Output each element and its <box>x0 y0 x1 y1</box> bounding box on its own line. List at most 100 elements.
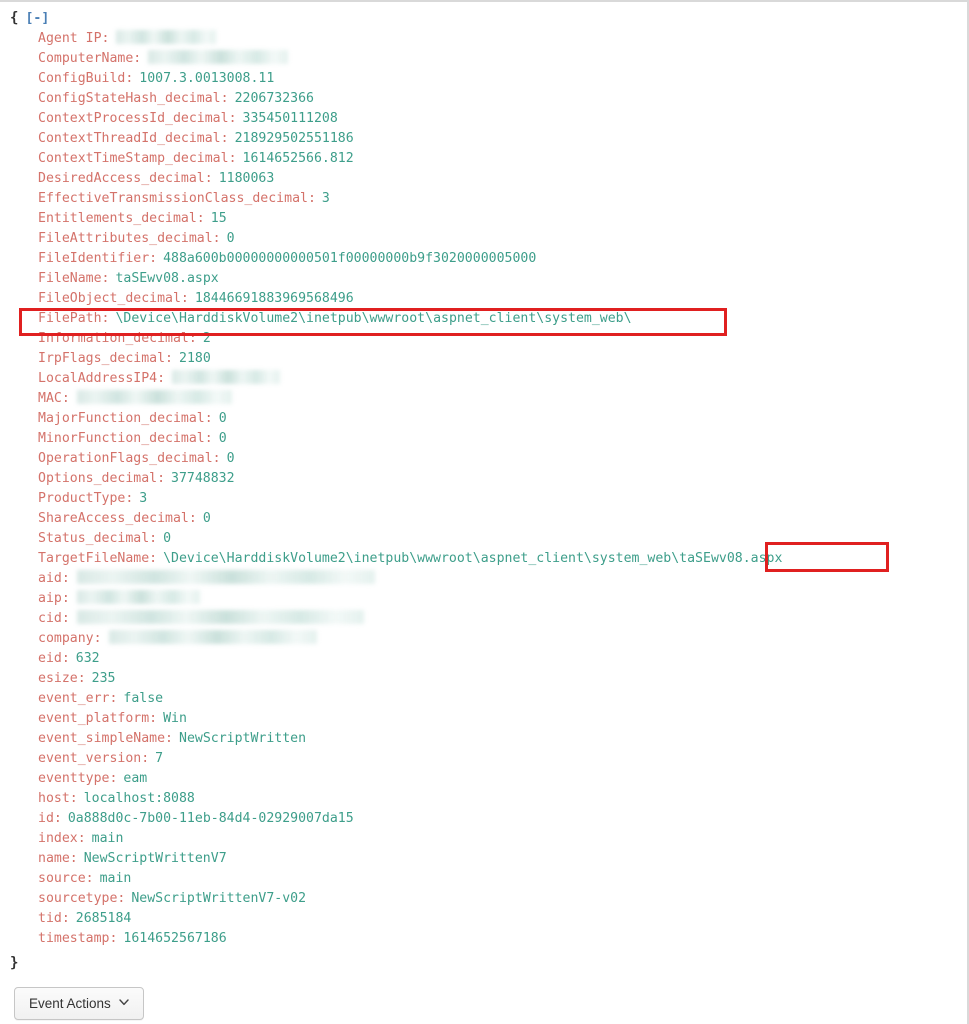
json-field-row: name: NewScriptWrittenV7 <box>10 849 967 869</box>
json-field-row: sourcetype: NewScriptWrittenV7-v02 <box>10 889 967 909</box>
field-colon: : <box>109 771 118 786</box>
field-colon: : <box>212 451 221 466</box>
field-key: aip <box>38 591 62 606</box>
field-value: main <box>91 831 124 846</box>
field-key: event_platform <box>38 711 150 726</box>
field-key: FileIdentifier <box>38 251 150 266</box>
json-field-row: ContextTimeStamp_decimal: 1614652566.812 <box>10 149 967 169</box>
field-key: LocalAddressIP4 <box>38 371 158 386</box>
field-colon: : <box>188 331 197 346</box>
field-value: 218929502551186 <box>234 131 354 146</box>
field-value: 2180 <box>179 351 211 366</box>
field-key: esize <box>38 671 78 686</box>
field-key: Information_decimal <box>38 331 189 346</box>
json-field-row: event_platform: Win <box>10 709 967 729</box>
json-field-row: FilePath: \Device\HarddiskVolume2\inetpub… <box>10 309 967 329</box>
field-value: 488a600b00000000000501f00000000b9f302000… <box>163 251 537 266</box>
field-value: NewScriptWritten <box>179 731 307 746</box>
json-field-row: id: 0a888d0c-7b00-11eb-84d4-02929007da15 <box>10 809 967 829</box>
field-value: main <box>99 871 132 886</box>
field-key: Status_decimal <box>38 531 150 546</box>
field-value: 0 <box>163 531 172 546</box>
json-field-row: MajorFunction_decimal: 0 <box>10 409 967 429</box>
field-key: ShareAccess_decimal <box>38 511 189 526</box>
field-key: MajorFunction_decimal <box>38 411 205 426</box>
field-colon: : <box>125 71 134 86</box>
field-value: Win <box>163 711 187 726</box>
field-key: Agent IP <box>38 31 102 46</box>
field-key: EffectiveTransmissionClass_decimal <box>38 191 308 206</box>
field-value: 0 <box>226 231 235 246</box>
field-key: eid <box>38 651 62 666</box>
field-colon: : <box>61 611 70 626</box>
field-colon: : <box>149 251 158 266</box>
redacted-value <box>76 390 232 404</box>
field-colon: : <box>61 571 70 586</box>
json-field-row: Status_decimal: 0 <box>10 529 967 549</box>
field-key: ComputerName <box>38 51 134 66</box>
json-field-row: FileObject_decimal: 18446691883969568496 <box>10 289 967 309</box>
field-key: sourcetype <box>38 891 118 906</box>
field-key: Entitlements_decimal <box>38 211 197 226</box>
field-value: 1614652566.812 <box>242 151 354 166</box>
field-colon: : <box>133 51 142 66</box>
field-colon: : <box>93 631 102 646</box>
field-key: ContextTimeStamp_decimal <box>38 151 229 166</box>
json-field-row: ConfigBuild: 1007.3.0013008.11 <box>10 69 967 89</box>
json-field-row: MinorFunction_decimal: 0 <box>10 429 967 449</box>
field-colon: : <box>109 691 118 706</box>
field-key: event_simpleName <box>38 731 166 746</box>
field-value: 235 <box>91 671 116 686</box>
field-value: 1614652567186 <box>123 931 227 946</box>
json-field-row: cid: <box>10 609 967 629</box>
field-colon: : <box>101 31 110 46</box>
event-actions-button[interactable]: Event Actions <box>14 987 144 1020</box>
field-colon: : <box>307 191 316 206</box>
collapse-toggle[interactable]: [-] <box>25 11 49 26</box>
field-value: 632 <box>75 651 100 666</box>
redacted-value <box>76 570 375 584</box>
json-field-row: LocalAddressIP4: <box>10 369 967 389</box>
field-value: 37748832 <box>171 471 235 486</box>
field-colon: : <box>212 231 221 246</box>
field-colon: : <box>165 731 173 746</box>
json-field-row: aid: <box>10 569 967 589</box>
json-field-row: host: localhost:8088 <box>10 789 967 809</box>
json-field-row: Information_decimal: 2 <box>10 329 967 349</box>
json-field-row: DesiredAccess_decimal: 1180063 <box>10 169 967 189</box>
field-key: FilePath <box>38 311 102 326</box>
json-field-row: timestamp: 1614652567186 <box>10 929 967 949</box>
field-colon: : <box>196 211 205 226</box>
json-body: {[-] Agent IP: ComputerName: ConfigBuild: 1… <box>0 2 967 949</box>
field-colon: : <box>204 431 213 446</box>
field-value: 1180063 <box>218 171 275 186</box>
field-key: source <box>38 871 86 886</box>
field-value: 0 <box>218 411 227 426</box>
field-colon: : <box>61 391 70 406</box>
json-field-row: event_version: 7 <box>10 749 967 769</box>
field-value: 7 <box>155 751 164 766</box>
field-value: \Device\HarddiskVolume2\inetpub\wwwroot\… <box>163 551 783 566</box>
field-list: Agent IP: ComputerName: ConfigBuild: 1007.3… <box>10 29 967 949</box>
field-colon: : <box>204 411 213 426</box>
redacted-value <box>116 30 217 44</box>
field-colon: : <box>61 651 70 666</box>
field-value: NewScriptWrittenV7-v02 <box>131 891 307 906</box>
field-key: aid <box>38 571 62 586</box>
field-key: FileAttributes_decimal <box>38 231 213 246</box>
field-colon: : <box>61 591 70 606</box>
field-key: Options_decimal <box>38 471 158 486</box>
field-colon: : <box>228 151 237 166</box>
chevron-down-icon <box>119 998 129 1009</box>
json-field-row: Entitlements_decimal: 15 <box>10 209 967 229</box>
field-colon: : <box>141 751 150 766</box>
field-key: OperationFlags_decimal <box>38 451 213 466</box>
json-field-row: tid: 2685184 <box>10 909 967 929</box>
field-key: IrpFlags_decimal <box>38 351 166 366</box>
field-value: 0 <box>202 511 211 526</box>
field-colon: : <box>85 871 94 886</box>
field-value: 0 <box>226 451 235 466</box>
json-field-row: FileAttributes_decimal: 0 <box>10 229 967 249</box>
json-field-row: esize: 235 <box>10 669 967 689</box>
redacted-value <box>148 50 289 64</box>
